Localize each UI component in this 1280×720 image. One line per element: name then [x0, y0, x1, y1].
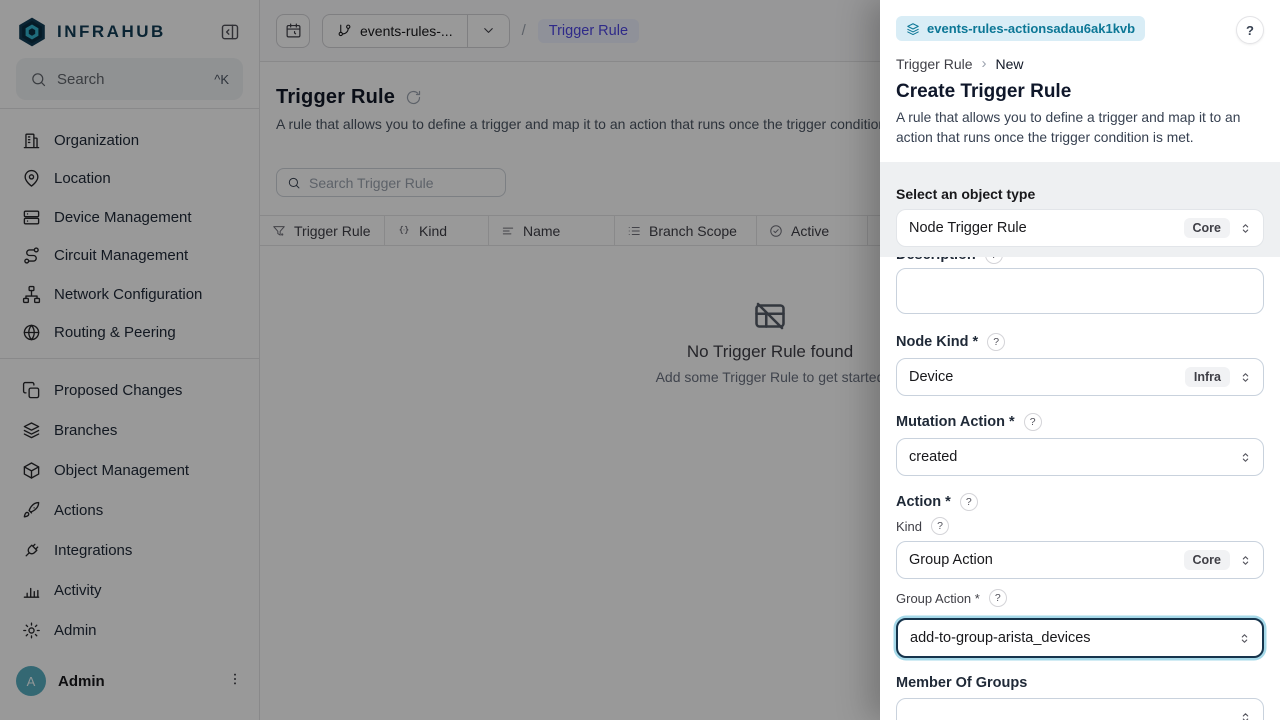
chevrons-up-down-icon — [1238, 710, 1253, 720]
select-value: Device — [909, 369, 1177, 385]
chevrons-up-down-icon — [1238, 450, 1253, 465]
select-value: add-to-group-arista_devices — [910, 630, 1229, 646]
branch-badge-label: events-rules-actionsadau6ak1kvb — [927, 21, 1135, 36]
help-icon[interactable]: ? — [931, 517, 949, 535]
object-type-section: Select an object type Node Trigger Rule … — [880, 162, 1280, 257]
field-label: Action * — [896, 494, 951, 510]
modal-dim-overlay[interactable] — [0, 0, 880, 720]
panel-title: Create Trigger Rule — [896, 81, 1264, 103]
mutation-action-field-label: Mutation Action * ? — [896, 413, 1264, 431]
select-value: Group Action — [909, 552, 1176, 568]
kind-field-label: Kind ? — [896, 517, 1264, 535]
help-icon[interactable]: ? — [960, 493, 978, 511]
help-button[interactable]: ? — [1236, 16, 1264, 44]
chevrons-up-down-icon — [1238, 221, 1253, 236]
member-of-groups-field-label: Member Of Groups — [896, 675, 1264, 691]
help-icon[interactable]: ? — [987, 333, 1005, 351]
chevrons-up-down-icon — [1238, 370, 1253, 385]
branch-badge: events-rules-actionsadau6ak1kvb — [896, 16, 1145, 41]
description-field-label: Description ? — [896, 257, 1264, 264]
field-label: Group Action * — [896, 591, 980, 606]
chevrons-up-down-icon — [1238, 553, 1253, 568]
select-value: Node Trigger Rule — [909, 220, 1176, 236]
field-label: Node Kind * — [896, 334, 978, 350]
help-icon[interactable]: ? — [985, 257, 1003, 264]
create-form: Description ? Node Kind * ? Device Infra… — [880, 257, 1280, 720]
action-field-label: Action * ? — [896, 493, 1264, 511]
field-label: Kind — [896, 519, 922, 534]
breadcrumb-parent[interactable]: Trigger Rule — [896, 56, 973, 72]
help-icon[interactable]: ? — [989, 589, 1007, 607]
help-icon[interactable]: ? — [1024, 413, 1042, 431]
field-label: Member Of Groups — [896, 675, 1027, 691]
breadcrumb-current: New — [996, 56, 1024, 72]
object-type-label: Select an object type — [896, 186, 1264, 202]
app-root: INFRAHUB Search ^K Organization Locatio — [0, 0, 1280, 720]
panel-header: events-rules-actionsadau6ak1kvb ? Trigge… — [880, 0, 1280, 162]
layers-icon — [906, 22, 920, 36]
panel-description: A rule that allows you to define a trigg… — [896, 108, 1264, 148]
node-kind-select[interactable]: Device Infra — [896, 358, 1264, 396]
chevrons-up-down-icon — [1237, 631, 1252, 646]
node-kind-field-label: Node Kind * ? — [896, 333, 1264, 351]
member-of-groups-select[interactable] — [896, 698, 1264, 720]
kind-select[interactable]: Group Action Core — [896, 541, 1264, 579]
panel-breadcrumb: Trigger Rule › New — [896, 55, 1264, 72]
field-label: Description — [896, 257, 976, 263]
object-type-select[interactable]: Node Trigger Rule Core — [896, 209, 1264, 247]
description-input[interactable] — [896, 268, 1264, 314]
field-label: Mutation Action * — [896, 414, 1015, 430]
select-value: created — [909, 449, 1230, 465]
group-action-select[interactable]: add-to-group-arista_devices — [896, 618, 1264, 658]
chevron-right-icon: › — [982, 55, 987, 72]
namespace-badge: Core — [1184, 550, 1230, 570]
namespace-badge: Core — [1184, 218, 1230, 238]
mutation-action-select[interactable]: created — [896, 438, 1264, 476]
group-action-field-label: Group Action * ? — [896, 589, 1264, 607]
namespace-badge: Infra — [1185, 367, 1230, 387]
create-trigger-rule-panel: events-rules-actionsadau6ak1kvb ? Trigge… — [880, 0, 1280, 720]
